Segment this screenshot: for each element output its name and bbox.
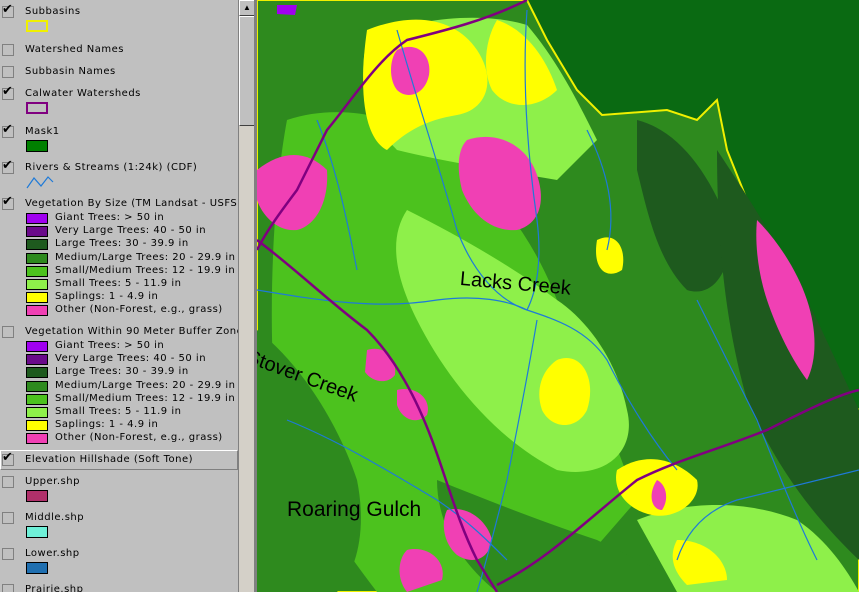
veg-size-swatch-3 <box>26 252 48 264</box>
checkbox-prairie[interactable] <box>2 584 14 592</box>
veg-buffer-label-6: Saplings: 1 - 4.9 in <box>55 419 159 431</box>
swatch-middle <box>26 526 48 538</box>
veg-buffer-label-7: Other (Non-Forest, e.g., grass) <box>55 432 223 444</box>
veg-size-swatch-4 <box>26 265 48 277</box>
layer-label-vegetation-size: Vegetation By Size (TM Landsat - USFS) <box>25 198 238 209</box>
veg-buffer-label-1: Very Large Trees: 40 - 50 in <box>55 353 207 365</box>
layer-label-subbasin-names: Subbasin Names <box>25 66 116 77</box>
checkbox-middle[interactable] <box>2 512 14 524</box>
veg-buffer-swatch-1 <box>26 354 48 366</box>
swatch-calwater <box>26 102 48 114</box>
veg-size-swatch-2 <box>26 239 48 251</box>
veg-buffer-swatch-6 <box>26 420 48 432</box>
layer-label-upper: Upper.shp <box>25 476 80 487</box>
layer-label-subbasins: Subbasins <box>25 6 81 17</box>
layer-label-calwater-watersheds: Calwater Watersheds <box>25 88 141 99</box>
legend-panel: Subbasins Watershed Names Subbasin Names… <box>0 0 238 592</box>
veg-buffer-label-5: Small Trees: 5 - 11.9 in <box>55 406 182 417</box>
layer-label-lower: Lower.shp <box>25 548 80 559</box>
layer-label-hillshade: Elevation Hillshade (Soft Tone) <box>25 454 194 465</box>
veg-size-label-5: Small Trees: 5 - 11.9 in <box>55 278 182 289</box>
layer-label-vegetation-buffer: Vegetation Within 90 Meter Buffer Zones <box>25 326 238 337</box>
checkbox-calwater-watersheds[interactable] <box>2 87 14 100</box>
scroll-thumb[interactable] <box>239 16 255 126</box>
veg-size-label-6: Saplings: 1 - 4.9 in <box>55 291 159 303</box>
veg-size-label-1: Very Large Trees: 40 - 50 in <box>55 225 207 237</box>
veg-buffer-label-0: Giant Trees: > 50 in <box>55 340 165 351</box>
swatch-subbasins <box>26 20 48 32</box>
veg-size-swatch-0 <box>26 213 48 224</box>
swatch-lower <box>26 562 48 574</box>
checkbox-watershed-names[interactable] <box>2 44 14 56</box>
checkbox-mask1[interactable] <box>2 125 14 138</box>
checkbox-upper[interactable] <box>2 476 14 488</box>
veg-size-label-2: Large Trees: 30 - 39.9 in <box>55 238 189 250</box>
veg-buffer-label-2: Large Trees: 30 - 39.9 in <box>55 366 189 378</box>
veg-size-label-3: Medium/Large Trees: 20 - 29.9 in <box>55 251 236 263</box>
swatch-mask1 <box>26 140 48 152</box>
checkbox-hillshade[interactable] <box>2 453 14 466</box>
map-view[interactable]: Lacks Creek Stover Creek Roaring Gulch <box>257 0 859 592</box>
layer-label-mask1: Mask1 <box>25 126 60 137</box>
swatch-upper <box>26 490 48 502</box>
veg-buffer-swatch-2 <box>26 367 48 379</box>
layer-label-watershed-names: Watershed Names <box>25 44 124 55</box>
veg-size-label-0: Giant Trees: > 50 in <box>55 212 165 223</box>
layer-label-prairie: Prairie.shp <box>25 584 84 592</box>
veg-buffer-label-3: Medium/Large Trees: 20 - 29.9 in <box>55 379 236 391</box>
veg-buffer-swatch-3 <box>26 380 48 392</box>
layer-label-rivers: Rivers & Streams (1:24k) (CDF) <box>25 162 198 173</box>
veg-size-swatch-1 <box>26 226 48 238</box>
scroll-up-arrow-icon[interactable]: ▲ <box>239 0 255 16</box>
checkbox-vegetation-buffer[interactable] <box>2 326 14 338</box>
veg-size-swatch-7 <box>26 305 48 317</box>
river-line-icon <box>26 176 54 189</box>
checkbox-rivers[interactable] <box>2 161 14 174</box>
checkbox-vegetation-size[interactable] <box>2 197 14 210</box>
veg-buffer-label-4: Small/Medium Trees: 12 - 19.9 in <box>55 392 236 404</box>
checkbox-subbasin-names[interactable] <box>2 66 14 78</box>
layer-label-middle: Middle.shp <box>25 512 85 523</box>
veg-buffer-swatch-5 <box>26 407 48 418</box>
map-label-roaring-gulch: Roaring Gulch <box>287 498 422 521</box>
veg-size-swatch-5 <box>26 279 48 290</box>
checkbox-subbasins[interactable] <box>2 5 14 18</box>
veg-buffer-swatch-0 <box>26 341 48 352</box>
checkbox-lower[interactable] <box>2 548 14 560</box>
veg-buffer-swatch-7 <box>26 433 48 445</box>
legend-scrollbar[interactable]: ▲ <box>238 0 255 592</box>
veg-size-label-7: Other (Non-Forest, e.g., grass) <box>55 304 223 316</box>
veg-size-swatch-6 <box>26 292 48 304</box>
veg-size-label-4: Small/Medium Trees: 12 - 19.9 in <box>55 264 236 276</box>
veg-buffer-swatch-4 <box>26 393 48 405</box>
